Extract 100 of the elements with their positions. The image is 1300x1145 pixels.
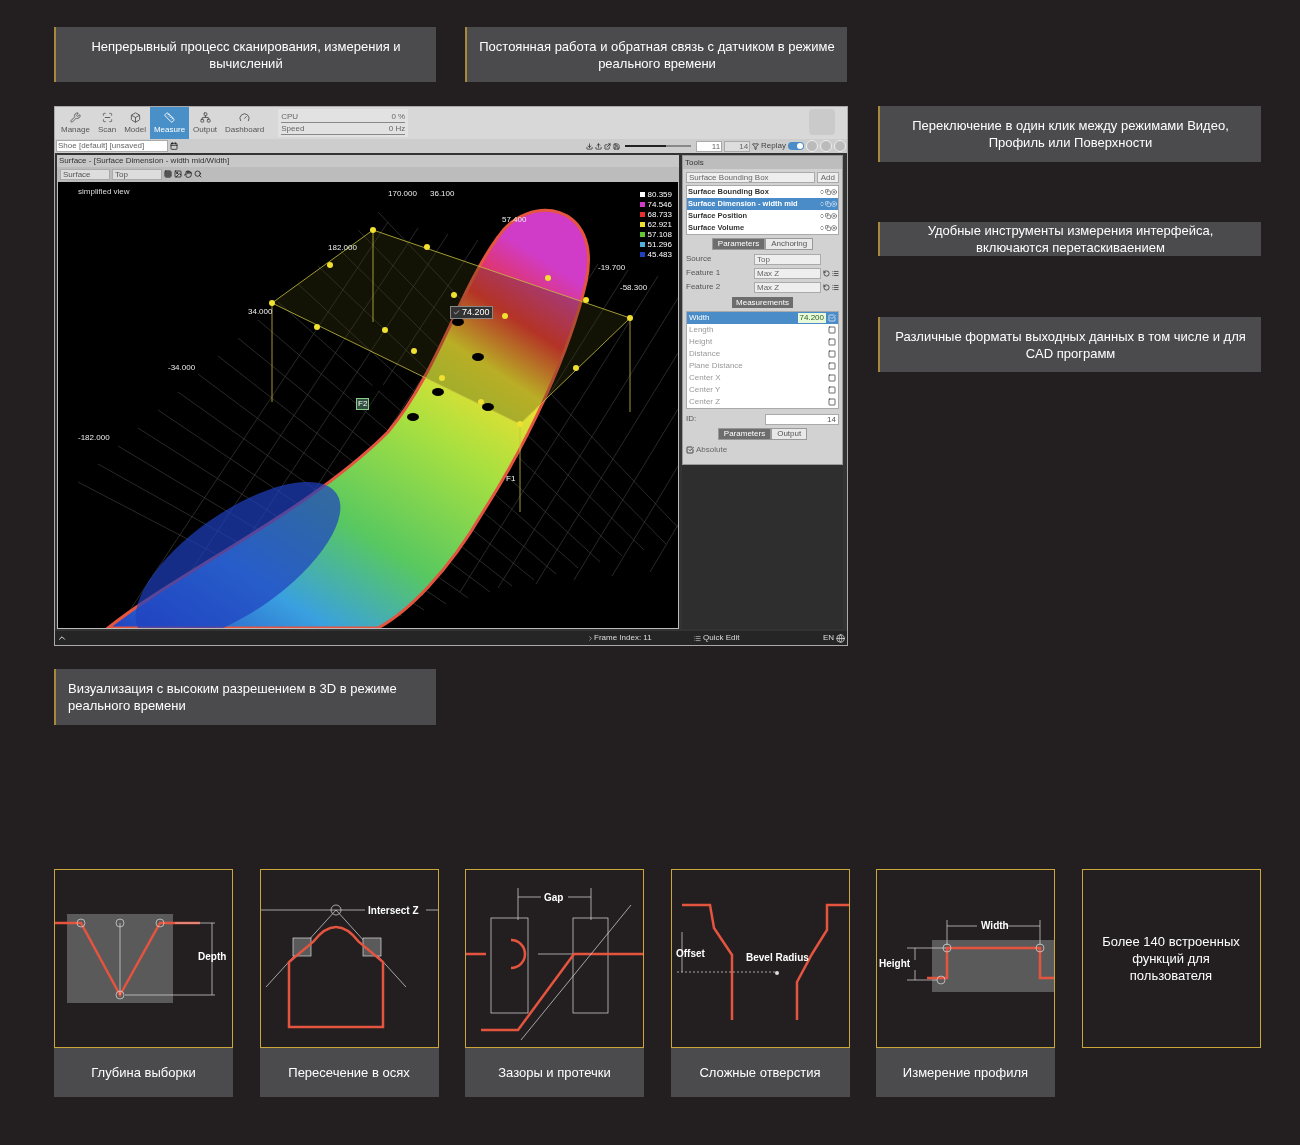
export-icon[interactable] — [604, 142, 612, 150]
checkbox-icon[interactable] — [828, 374, 836, 382]
view-select[interactable]: Surface — [60, 168, 110, 180]
checkbox-icon[interactable] — [828, 386, 836, 394]
param-select[interactable]: Top — [754, 253, 821, 265]
diagram-label: Offset — [675, 948, 705, 959]
measurement-label: Plane Distance — [689, 360, 744, 372]
list-icon[interactable] — [832, 269, 839, 277]
measurement-value: 74.200 — [797, 313, 826, 323]
param-label: Source — [686, 253, 713, 265]
stat-value: 0 Hz — [388, 123, 406, 134]
cube-icon — [129, 112, 141, 123]
frame-field[interactable]: 11 — [696, 140, 723, 152]
measurement-row[interactable]: Center Z — [687, 396, 838, 408]
ribbon-tab[interactable]: Measure — [149, 107, 190, 139]
view-select[interactable]: Top — [112, 168, 162, 180]
panel-tab[interactable]: Output — [771, 428, 808, 440]
measurement-row[interactable]: Width 74.200 — [687, 312, 838, 324]
param-select[interactable]: Max Z — [754, 267, 821, 279]
checkbox-icon[interactable] — [828, 350, 836, 358]
measurement-row[interactable]: Plane Distance — [687, 360, 838, 372]
ribbon-tab[interactable]: Output — [189, 107, 222, 139]
callout-text: Постоянная работа и обратная связь с датчиком в режиме реального времени — [479, 37, 835, 72]
frame-field[interactable]: 14 — [724, 140, 751, 152]
wrench-icon — [69, 112, 81, 123]
feature-card-text: Более 140 встроенных функций для пользователя — [1101, 933, 1241, 984]
diagram-label: Intersect Z — [367, 905, 419, 916]
tool-select[interactable]: Surface Bounding Box — [686, 172, 815, 183]
globe-icon[interactable] — [836, 633, 845, 643]
scanner-icon — [101, 112, 113, 123]
callout-text: Удобные инструменты измерения интерфейса, включаются перетаскиваением — [926, 222, 1215, 256]
gauge-icon — [239, 112, 251, 123]
measurement-value: 74.200 — [462, 307, 490, 318]
caption-text: Сложные отверстия — [699, 1063, 821, 1082]
measurement-row[interactable]: Center Y — [687, 384, 838, 396]
network-icon — [199, 112, 211, 123]
diagram-label: Height — [879, 958, 911, 969]
panel-tab[interactable]: Parameters — [711, 238, 766, 250]
ribbon-tab[interactable]: Manage — [57, 107, 94, 139]
id-field[interactable]: 14 — [765, 413, 839, 425]
ribbon-tab[interactable]: Model — [120, 107, 150, 139]
axis-label: -58.300 — [620, 283, 648, 292]
callout-text: Непрерывный процесс сканирования, измерения и вычислений — [90, 37, 402, 72]
axis-label: -19.700 — [598, 263, 626, 272]
diagram-label: Bevel Radius — [745, 952, 809, 963]
id-label: ID: — [686, 413, 698, 425]
chevron-up-icon[interactable] — [57, 633, 67, 643]
measurement-label: Width — [689, 312, 711, 324]
quick-edit[interactable]: Quick Edit — [703, 632, 740, 644]
ribbon-tab[interactable]: Dashboard — [221, 107, 269, 139]
section-header: Measurements — [732, 297, 793, 308]
callout-text: Различные форматы выходных данных в том числе и для CAD программ — [894, 327, 1247, 362]
filter-icon[interactable] — [752, 142, 760, 150]
job-select[interactable]: Shoe [default] [unsaved] — [56, 140, 168, 152]
checkbox-icon[interactable] — [828, 326, 836, 334]
legend-value: 45.483 — [647, 250, 672, 259]
param-select[interactable]: Max Z — [754, 281, 821, 293]
diagram-label: Depth — [198, 951, 227, 962]
ribbon-tab[interactable]: Scan — [93, 107, 121, 139]
measurement-row[interactable]: Height — [687, 336, 838, 348]
checkbox-checked-icon[interactable] — [686, 446, 694, 454]
measurement-label: Center Z — [689, 396, 722, 408]
panel-tab[interactable]: Parameters — [717, 428, 772, 440]
measurement-row[interactable]: Center X — [687, 372, 838, 384]
reset-icon[interactable] — [823, 269, 830, 277]
feature-tag: F2 — [356, 398, 370, 410]
measurement-label: Distance — [689, 348, 722, 360]
calendar-icon[interactable] — [170, 142, 178, 150]
axis-label: 170.000 — [388, 189, 417, 198]
language-label[interactable]: EN — [822, 632, 834, 644]
download-icon[interactable] — [586, 142, 594, 150]
callout-text: Переключение в один клик между режимами Видео, Профиль или Поверхности — [911, 117, 1230, 151]
checkbox-icon[interactable] — [828, 338, 836, 346]
check-icon — [453, 309, 460, 316]
diagram-label: Gap — [544, 892, 564, 903]
add-button[interactable]: Add — [816, 172, 839, 183]
checkbox-icon[interactable] — [828, 398, 836, 406]
caption-text: Зазоры и протечки — [498, 1063, 611, 1082]
view-title: Surface - [Surface Dimension - width mid/Width] — [58, 155, 231, 167]
replay-toggle[interactable] — [788, 142, 804, 150]
stat-value: 0 % — [391, 111, 406, 122]
stat-label: Speed — [281, 123, 306, 134]
viewport-3d[interactable]: simplified view 170.000 36.100 57.400 182.000 -19.700 -58.300 34.000 -34.000 -182.000 80.359 74.546 68.733 62.921 57.108 51.296 45.483 74.200 F2 F1 — [57, 181, 679, 629]
panel-tab[interactable]: Anchoring — [765, 238, 814, 250]
reset-icon[interactable] — [823, 283, 830, 291]
search-icon[interactable] — [194, 170, 202, 178]
legend-value: 62.921 — [647, 220, 672, 229]
caption-text: Измерение профиля — [902, 1063, 1029, 1082]
feature-tag: F1 — [506, 474, 516, 484]
checkbox-icon[interactable] — [828, 362, 836, 370]
list-icon[interactable] — [694, 634, 701, 642]
measurement-label: Length — [689, 324, 715, 336]
chevron-right-icon — [587, 634, 594, 642]
list-icon[interactable] — [832, 283, 839, 291]
upload-icon[interactable] — [595, 142, 603, 150]
measurement-row[interactable]: Distance — [687, 348, 838, 360]
axis-label: -182.000 — [78, 433, 110, 442]
measurement-row[interactable]: Length — [687, 324, 838, 336]
measurement-label: Center Y — [689, 384, 722, 396]
caption-text: Глубина выборки — [91, 1063, 196, 1082]
